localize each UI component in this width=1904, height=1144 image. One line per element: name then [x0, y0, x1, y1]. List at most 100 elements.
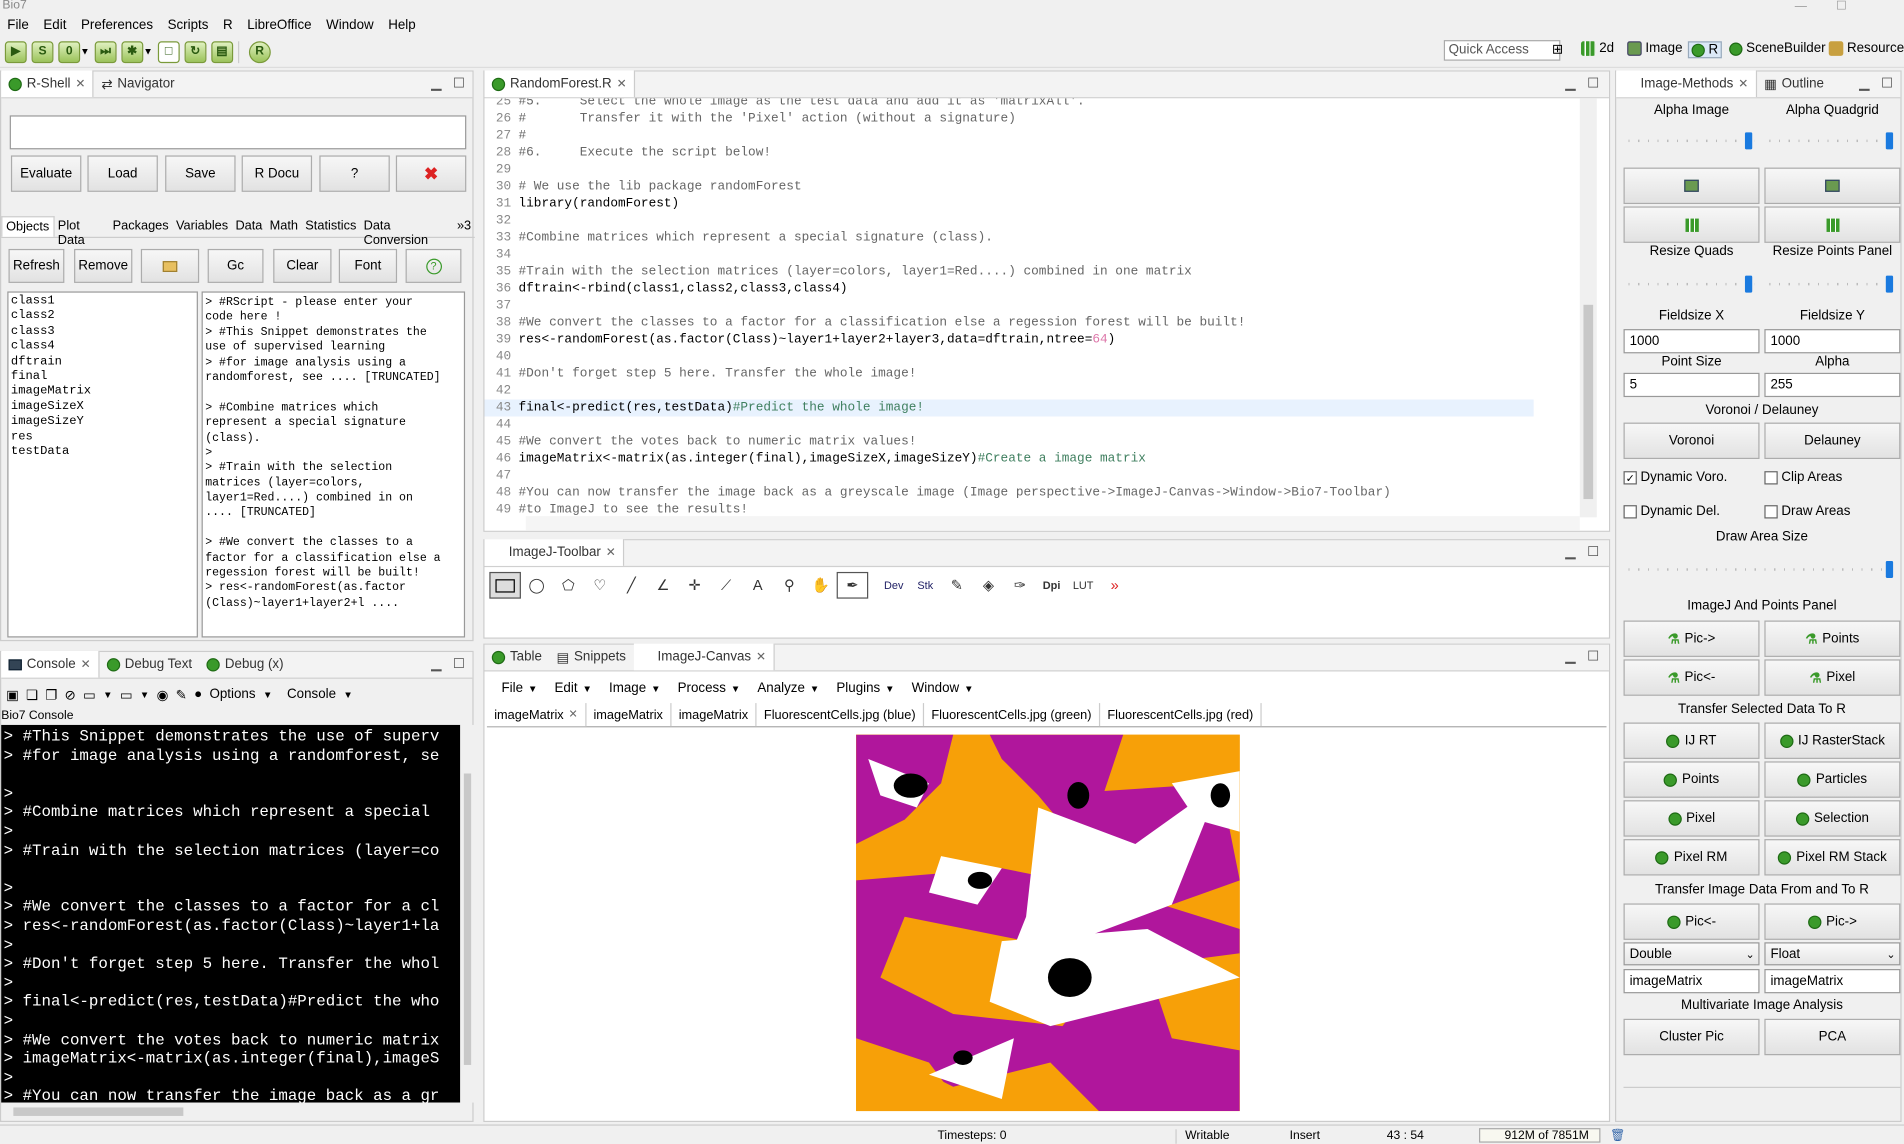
- subtab-0[interactable]: Objects: [1, 216, 55, 237]
- display-icon[interactable]: ▭: [83, 687, 96, 703]
- menu-libreoffice[interactable]: LibreOffice: [240, 18, 319, 33]
- tab-image-methods[interactable]: Image-Methods ✕: [1616, 70, 1757, 98]
- tab-console[interactable]: Console ✕: [1, 650, 100, 678]
- tab-navigator[interactable]: ⇄ Navigator: [94, 70, 182, 97]
- search-icon[interactable]: ◉: [157, 687, 169, 703]
- list-item[interactable]: class2: [11, 310, 194, 325]
- help-button[interactable]: ?: [319, 155, 390, 192]
- list-item[interactable]: imageSizeY: [11, 416, 194, 431]
- minimize-icon[interactable]: ▁: [1565, 648, 1575, 665]
- gear-icon[interactable]: ✱: [121, 40, 144, 63]
- hand-icon[interactable]: ✋: [805, 572, 837, 599]
- datatype-select-right[interactable]: Float ⌄: [1764, 942, 1901, 966]
- dropdown-icon-3[interactable]: ▼: [263, 689, 273, 700]
- stop-icon[interactable]: ⊘: [65, 687, 76, 703]
- alpha-image-slider[interactable]: [1628, 132, 1755, 150]
- ij-menu-analyze[interactable]: Analyze: [748, 681, 810, 696]
- remove-button[interactable]: Remove: [74, 248, 133, 283]
- minimize-icon[interactable]: ▁: [1565, 544, 1575, 560]
- alpha-input[interactable]: 255: [1764, 372, 1901, 398]
- r-docu-button[interactable]: R Docu: [241, 155, 313, 192]
- subtab-8[interactable]: »3: [453, 216, 474, 237]
- close-icon[interactable]: ✕: [81, 658, 91, 671]
- options-menu[interactable]: Options: [209, 687, 255, 702]
- open-perspective-icon[interactable]: ⊞: [1552, 41, 1563, 58]
- r-icon[interactable]: R: [248, 40, 271, 63]
- refresh-button[interactable]: Refresh: [8, 248, 65, 283]
- perspective-scenebuilder[interactable]: SceneBuilder: [1729, 41, 1826, 56]
- close-icon[interactable]: ✕: [606, 546, 616, 559]
- particles-button[interactable]: Particles: [1764, 761, 1901, 798]
- grid-remove-button[interactable]: [1764, 206, 1901, 243]
- image-tab-4[interactable]: FluorescentCells.jpg (green): [924, 703, 1101, 727]
- terminal-icon[interactable]: ▣: [6, 687, 19, 703]
- pixel-rm-button[interactable]: Pixel RM: [1623, 839, 1760, 876]
- clear-button[interactable]: Clear: [273, 248, 332, 283]
- fieldsize-y-input[interactable]: 1000: [1764, 329, 1901, 354]
- image-tab-5[interactable]: FluorescentCells.jpg (red): [1100, 703, 1262, 727]
- list-item[interactable]: class3: [11, 325, 194, 340]
- subtab-5[interactable]: Math: [266, 216, 302, 237]
- list-item[interactable]: res: [11, 431, 194, 446]
- refresh-icon[interactable]: ↻: [184, 40, 207, 63]
- magnifier-icon[interactable]: ⚲: [774, 572, 806, 599]
- list-item[interactable]: class1: [11, 295, 194, 310]
- ij-rasterstack-button[interactable]: IJ RasterStack: [1764, 722, 1901, 759]
- tab-rshell[interactable]: R-Shell ✕: [1, 70, 95, 98]
- tab-imagej-toolbar[interactable]: ImageJ-Toolbar ✕: [484, 539, 625, 566]
- source-icon[interactable]: S: [31, 40, 54, 63]
- close-icon[interactable]: ✕: [617, 77, 627, 90]
- ij-menu-plugins[interactable]: Plugins: [827, 681, 885, 696]
- pen-icon[interactable]: ✑: [1004, 572, 1036, 599]
- ij-menu-edit[interactable]: Edit: [545, 681, 583, 696]
- resize-points-slider[interactable]: [1769, 275, 1896, 293]
- dropdown-icon[interactable]: ▼: [103, 689, 113, 700]
- subtab-6[interactable]: Statistics: [302, 216, 360, 237]
- datatype-select-left[interactable]: Double ⌄: [1623, 942, 1760, 966]
- dropdown-icon-4[interactable]: ▼: [343, 689, 353, 700]
- menu-r[interactable]: R: [216, 18, 240, 33]
- text-tool-icon[interactable]: A: [742, 572, 774, 599]
- evaluate-button[interactable]: Evaluate: [10, 155, 82, 192]
- console-menu[interactable]: Console: [287, 687, 336, 702]
- dynamic-voro-checkbox[interactable]: ✓ Dynamic Voro.: [1623, 470, 1727, 485]
- dpi-tool[interactable]: Dpi: [1036, 572, 1068, 599]
- perspective-resource[interactable]: Resource: [1828, 41, 1904, 56]
- maximize-icon[interactable]: ☐: [1836, 0, 1847, 13]
- clear-all-button[interactable]: ✖: [395, 155, 467, 192]
- menu-file[interactable]: File: [0, 18, 36, 33]
- console-hscroll[interactable]: [1, 1102, 461, 1120]
- draw-areas-checkbox[interactable]: Draw Areas: [1764, 504, 1850, 519]
- maximize-icon[interactable]: ☐: [1881, 75, 1893, 92]
- voronoi-button[interactable]: Voronoi: [1623, 422, 1760, 460]
- copy-icon[interactable]: ❏: [26, 687, 38, 703]
- paste-icon[interactable]: ❐: [45, 687, 57, 703]
- lut-tool[interactable]: LUT: [1067, 572, 1099, 599]
- close-icon[interactable]: ✕: [756, 650, 766, 663]
- subtab-1[interactable]: Plot Data: [54, 216, 109, 248]
- pic-from-button[interactable]: ⚗ Pic<-: [1623, 659, 1760, 696]
- trash-icon[interactable]: 🗑: [1610, 1129, 1625, 1142]
- list-item[interactable]: final: [11, 370, 194, 385]
- more-tools-icon[interactable]: »: [1099, 572, 1131, 599]
- editor-hscroll[interactable]: [525, 516, 1580, 531]
- subtab-4[interactable]: Data: [232, 216, 266, 237]
- ij-rt-button[interactable]: IJ RT: [1623, 722, 1760, 759]
- globe-icon[interactable]: ●: [194, 687, 202, 702]
- perspective-image[interactable]: Image: [1627, 41, 1683, 56]
- minimize-icon[interactable]: ▁: [431, 75, 441, 92]
- image-remove-button[interactable]: [1764, 167, 1901, 205]
- menu-preferences[interactable]: Preferences: [74, 18, 161, 33]
- tab-randomforest[interactable]: RandomForest.R ✕: [484, 70, 636, 98]
- help-circle-button[interactable]: ?: [405, 248, 462, 283]
- subtab-7[interactable]: Data Conversion: [360, 216, 453, 248]
- line-tool-icon[interactable]: ╱: [616, 572, 648, 599]
- ij-menu-file[interactable]: File: [492, 681, 528, 696]
- heap-status[interactable]: 912M of 7851M: [1479, 1128, 1601, 1143]
- stk-tool[interactable]: Stk: [910, 572, 942, 599]
- quick-access-input[interactable]: Quick Access: [1443, 40, 1561, 61]
- draw-area-size-slider[interactable]: [1628, 561, 1896, 579]
- maximize-icon[interactable]: ☐: [453, 75, 465, 92]
- list-item[interactable]: dftrain: [11, 355, 194, 370]
- run-icon[interactable]: ▶: [4, 40, 27, 63]
